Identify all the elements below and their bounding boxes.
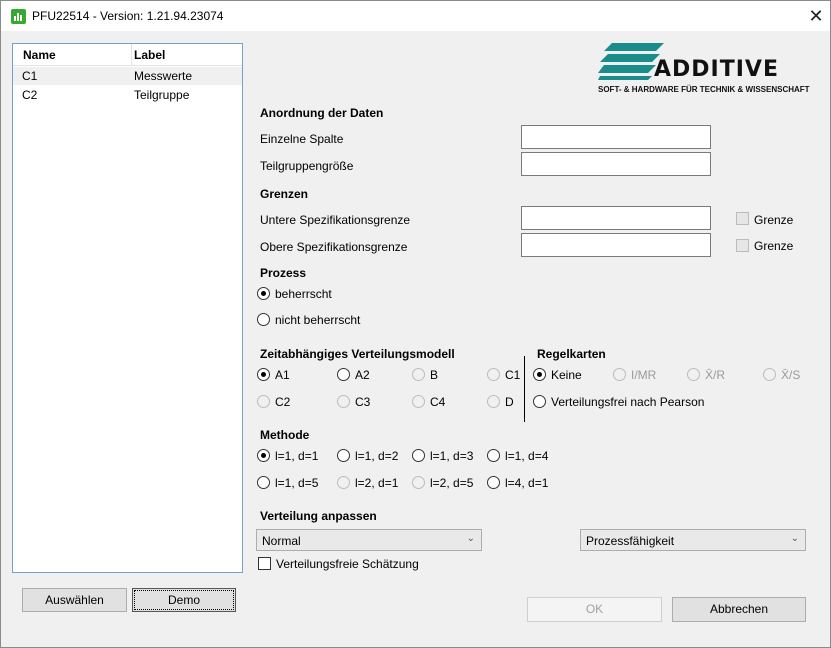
nonparametric-label: Verteilungsfreie Schätzung bbox=[276, 557, 419, 571]
capability-select-value: Prozessfähigkeit bbox=[586, 534, 675, 548]
model-c2-radio[interactable] bbox=[257, 395, 270, 408]
chart-none-radio[interactable] bbox=[533, 368, 546, 381]
model-a1-radio[interactable] bbox=[257, 368, 270, 381]
method-2-1-radio[interactable] bbox=[337, 476, 350, 489]
chart-imr-label: I/MR bbox=[631, 368, 657, 382]
lower-bound-checkbox[interactable] bbox=[736, 212, 749, 225]
method-1-5-label: l=1, d=5 bbox=[275, 476, 319, 490]
subgroup-size-input[interactable] bbox=[521, 152, 711, 176]
group-separator bbox=[524, 356, 525, 422]
method-2-1-label: l=2, d=1 bbox=[355, 476, 399, 490]
header-name: Name bbox=[23, 48, 56, 62]
method-4-1-radio[interactable] bbox=[487, 476, 500, 489]
model-c3-radio[interactable] bbox=[337, 395, 350, 408]
app-chart-icon bbox=[11, 9, 26, 24]
process-controlled-label: beherrscht bbox=[275, 287, 332, 301]
distribution-select[interactable]: Normal ⌄ bbox=[256, 529, 482, 551]
lower-bound-label: Grenze bbox=[754, 213, 794, 227]
title-bar: PFU22514 - Version: 1.21.94.23074 ✕ bbox=[1, 1, 830, 31]
list-header: Name Label bbox=[13, 44, 242, 66]
data-arrangement-title: Anordnung der Daten bbox=[260, 106, 384, 120]
select-button[interactable]: Auswählen bbox=[22, 588, 127, 612]
model-d-label: D bbox=[505, 395, 514, 409]
method-1-1-label: l=1, d=1 bbox=[275, 449, 319, 463]
cancel-button[interactable]: Abbrechen bbox=[672, 597, 806, 622]
close-icon[interactable]: ✕ bbox=[803, 3, 829, 29]
model-c1-radio[interactable] bbox=[487, 368, 500, 381]
method-1-2-radio[interactable] bbox=[337, 449, 350, 462]
model-c3-label: C3 bbox=[355, 395, 371, 409]
chart-xs-label: X̄/S bbox=[781, 368, 801, 382]
logo-tagline: SOFT- & HARDWARE FÜR TECHNIK & WISSENSCH… bbox=[598, 85, 810, 94]
model-a1-label: A1 bbox=[275, 368, 290, 382]
model-c1-label: C1 bbox=[505, 368, 521, 382]
process-uncontrolled-label: nicht beherrscht bbox=[275, 313, 361, 327]
model-c4-label: C4 bbox=[430, 395, 446, 409]
method-1-3-label: l=1, d=3 bbox=[430, 449, 474, 463]
window-title: PFU22514 - Version: 1.21.94.23074 bbox=[32, 9, 224, 23]
method-1-5-radio[interactable] bbox=[257, 476, 270, 489]
control-charts-title: Regelkarten bbox=[537, 347, 606, 361]
limits-title: Grenzen bbox=[260, 187, 309, 201]
column-list[interactable]: Name Label C1 Messwerte C2 Teilgruppe bbox=[12, 43, 243, 573]
model-a2-radio[interactable] bbox=[337, 368, 350, 381]
upper-limit-label: Obere Spezifikationsgrenze bbox=[260, 240, 408, 254]
method-1-4-radio[interactable] bbox=[487, 449, 500, 462]
chevron-down-icon: ⌄ bbox=[466, 533, 475, 544]
model-b-radio[interactable] bbox=[412, 368, 425, 381]
upper-limit-input[interactable] bbox=[521, 233, 711, 257]
model-c4-radio[interactable] bbox=[412, 395, 425, 408]
upper-bound-checkbox[interactable] bbox=[736, 239, 749, 252]
single-column-input[interactable] bbox=[521, 125, 711, 149]
row-label: Messwerte bbox=[134, 69, 193, 83]
process-uncontrolled-radio[interactable] bbox=[257, 313, 270, 326]
subgroup-size-label: Teilgruppengröße bbox=[260, 159, 354, 173]
method-1-1-radio[interactable] bbox=[257, 449, 270, 462]
model-b-label: B bbox=[430, 368, 439, 382]
demo-button[interactable]: Demo bbox=[132, 588, 236, 612]
model-c2-label: C2 bbox=[275, 395, 291, 409]
logo-brand: ADDITIVE bbox=[654, 57, 779, 82]
pearson-label: Verteilungsfrei nach Pearson bbox=[551, 395, 705, 409]
chart-imr-radio[interactable] bbox=[613, 368, 626, 381]
ok-button[interactable]: OK bbox=[527, 597, 662, 622]
list-row[interactable]: C2 Teilgruppe bbox=[13, 86, 242, 104]
fit-title: Verteilung anpassen bbox=[260, 509, 377, 523]
header-label: Label bbox=[134, 48, 166, 62]
method-1-3-radio[interactable] bbox=[412, 449, 425, 462]
chart-xr-label: X̄/R bbox=[705, 368, 726, 382]
upper-bound-label: Grenze bbox=[754, 239, 794, 253]
model-a2-label: A2 bbox=[355, 368, 370, 382]
chart-none-label: Keine bbox=[551, 368, 582, 382]
method-2-5-label: l=2, d=5 bbox=[430, 476, 474, 490]
process-title: Prozess bbox=[260, 266, 307, 280]
row-label: Teilgruppe bbox=[134, 88, 190, 102]
row-name: C1 bbox=[22, 69, 38, 83]
chart-xr-radio[interactable] bbox=[687, 368, 700, 381]
model-d-radio[interactable] bbox=[487, 395, 500, 408]
method-2-5-radio[interactable] bbox=[412, 476, 425, 489]
pearson-radio[interactable] bbox=[533, 395, 546, 408]
lower-limit-label: Untere Spezifikationsgrenze bbox=[260, 213, 411, 227]
capability-select[interactable]: Prozessfähigkeit ⌄ bbox=[580, 529, 806, 551]
process-controlled-radio[interactable] bbox=[257, 287, 270, 300]
chevron-down-icon: ⌄ bbox=[790, 533, 799, 544]
nonparametric-checkbox[interactable] bbox=[258, 557, 271, 570]
single-column-label: Einzelne Spalte bbox=[260, 132, 344, 146]
model-title: Zeitabhängiges Verteilungsmodell bbox=[260, 347, 455, 361]
method-1-4-label: l=1, d=4 bbox=[505, 449, 549, 463]
list-row[interactable]: C1 Messwerte bbox=[13, 67, 242, 85]
dialog-window: PFU22514 - Version: 1.21.94.23074 ✕ Name… bbox=[0, 0, 831, 648]
distribution-select-value: Normal bbox=[262, 534, 301, 548]
row-name: C2 bbox=[22, 88, 38, 102]
chart-xs-radio[interactable] bbox=[763, 368, 776, 381]
method-1-2-label: l=1, d=2 bbox=[355, 449, 399, 463]
lower-limit-input[interactable] bbox=[521, 206, 711, 230]
method-title: Methode bbox=[260, 428, 310, 442]
method-4-1-label: l=4, d=1 bbox=[505, 476, 549, 490]
